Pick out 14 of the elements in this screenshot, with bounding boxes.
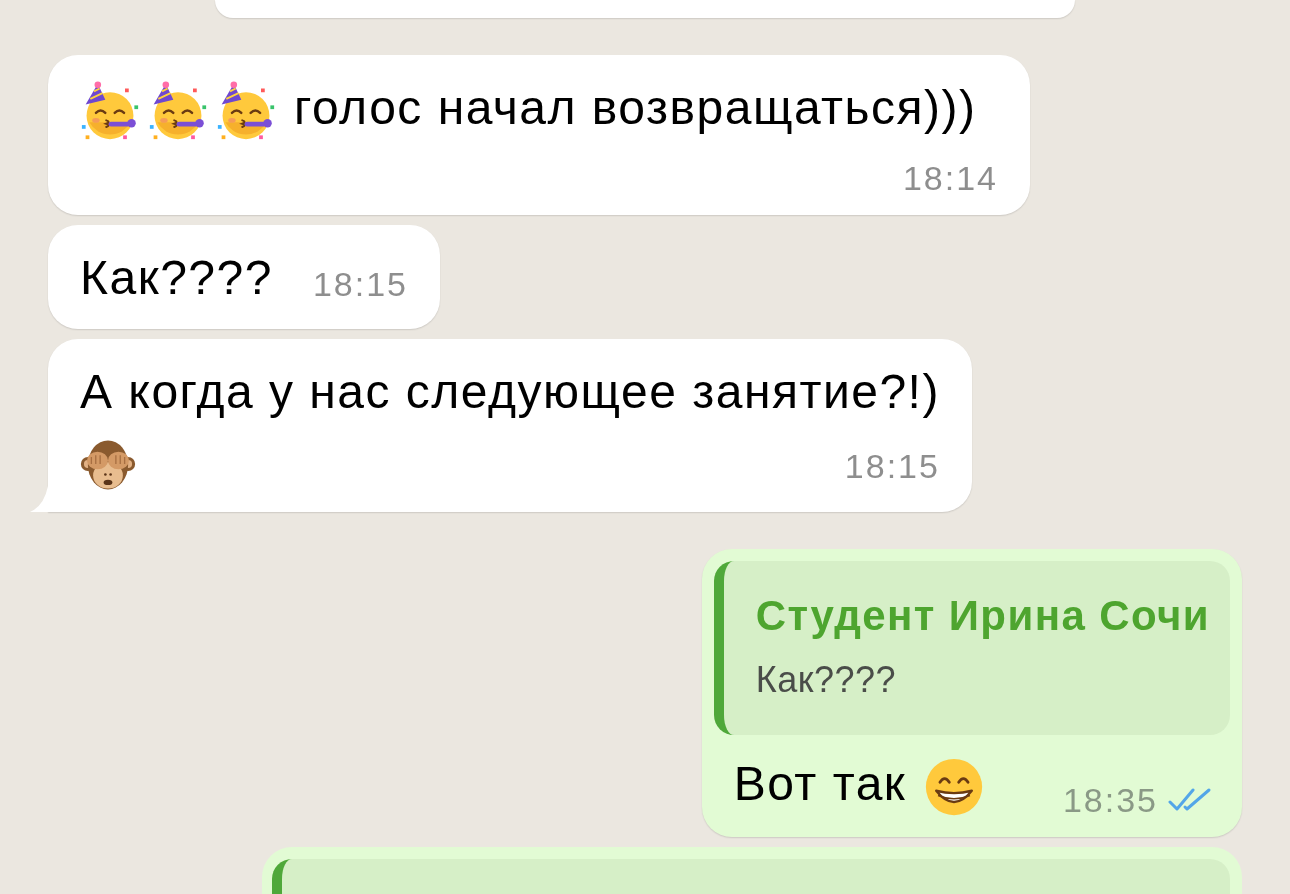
quote-text: Как???? xyxy=(755,657,898,702)
message-text: голос начал возвращаться))) xyxy=(294,81,977,134)
quote-author: Студент Ирина Сочи xyxy=(755,590,1210,641)
message-text: Как???? xyxy=(80,251,273,305)
message-time: 18:15 xyxy=(844,449,940,484)
party-face-icon xyxy=(216,81,276,142)
message-time: 18:14 xyxy=(902,161,998,196)
message-time: 18:15 xyxy=(312,267,409,302)
message-text: А когда у нас следующее занятие?!) xyxy=(80,365,940,419)
message-time: 18:35 xyxy=(1062,782,1158,817)
party-face-icon xyxy=(148,81,208,142)
message-text: Вот так xyxy=(733,756,907,810)
grinning-face-icon xyxy=(924,756,985,817)
party-face-icon xyxy=(80,81,140,142)
